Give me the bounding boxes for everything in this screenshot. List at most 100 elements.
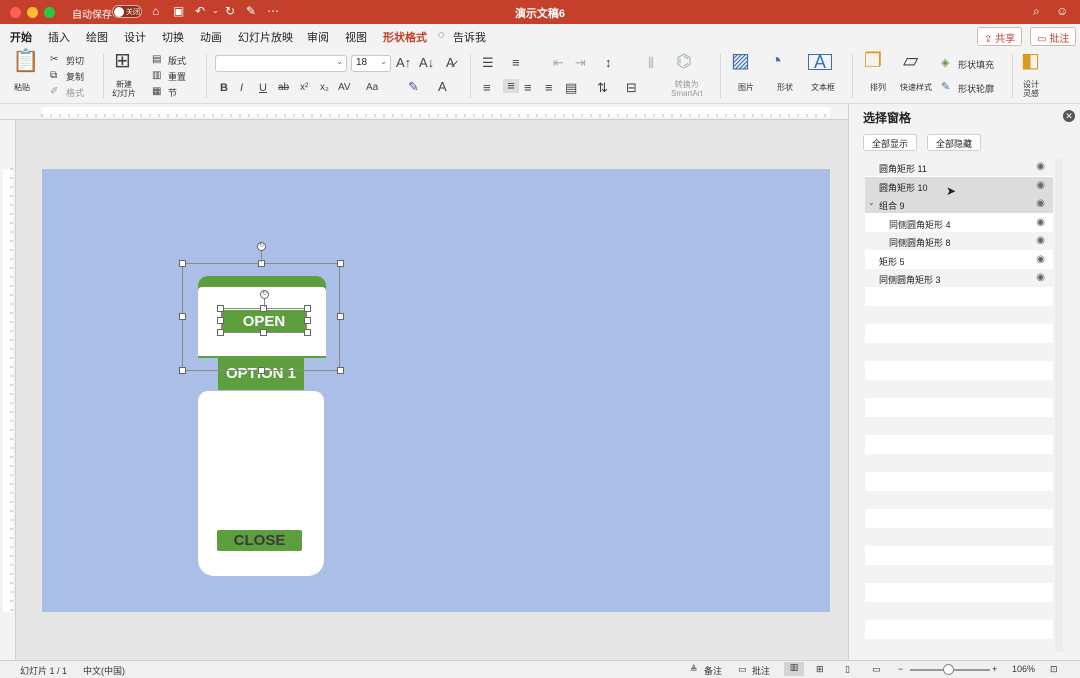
format-painter-icon[interactable]: ✐ <box>50 85 58 99</box>
bold-icon[interactable]: B <box>220 81 228 95</box>
italic-icon[interactable]: I <box>240 81 243 95</box>
selection-list-item[interactable]: 圆角矩形 11 ◉ <box>865 158 1053 176</box>
notes-button[interactable]: 备注 <box>704 664 722 677</box>
tab-transitions[interactable]: 切换 <box>162 29 184 45</box>
picture-icon[interactable]: ▨ <box>731 51 750 71</box>
selection-list-item[interactable]: ⌄ 组合 9 ◉ <box>865 195 1053 213</box>
tab-draw[interactable]: 绘图 <box>86 29 108 45</box>
zoom-out-icon[interactable]: − <box>898 664 903 674</box>
close-icon[interactable]: ✕ <box>1063 110 1075 122</box>
layout-icon[interactable]: ▤ <box>152 53 161 67</box>
new-slide-label[interactable]: 新建 幻灯片 <box>112 80 136 98</box>
resize-handle[interactable] <box>179 367 186 374</box>
new-slide-icon[interactable]: ⊞ <box>114 51 131 71</box>
tab-tell-me[interactable]: 告诉我 <box>453 29 486 45</box>
tab-insert[interactable]: 插入 <box>48 29 70 45</box>
tab-animations[interactable]: 动画 <box>200 29 222 45</box>
font-color-icon[interactable]: A <box>438 80 447 94</box>
align-right-icon[interactable]: ≡ <box>524 81 532 95</box>
comment-button[interactable]: ▭ 批注 <box>1030 27 1077 46</box>
visibility-eye-icon[interactable]: ◉ <box>1036 272 1045 283</box>
shapes-icon[interactable]: ◔ <box>770 51 782 71</box>
text-direction-icon[interactable]: ⇅ <box>597 81 608 95</box>
tab-shape-format[interactable]: 形状格式 <box>383 29 427 45</box>
rotate-handle-icon[interactable]: ↻ <box>257 242 266 251</box>
resize-handle[interactable] <box>217 305 224 312</box>
normal-view-icon[interactable]: ▥ <box>784 662 804 676</box>
resize-handle[interactable] <box>304 305 311 312</box>
visibility-eye-icon[interactable]: ◉ <box>1036 217 1045 228</box>
shape-fill-icon[interactable]: ◈ <box>941 56 949 70</box>
decrease-indent-icon[interactable]: ⇤ <box>553 56 564 70</box>
tab-home[interactable]: 开始 <box>10 29 32 50</box>
selection-list-item[interactable]: 矩形 5 ◉ <box>865 251 1053 269</box>
paste-icon[interactable]: 📋 <box>12 50 39 72</box>
reading-view-icon[interactable]: ▯ <box>845 664 850 675</box>
numbering-icon[interactable]: ≡ <box>512 56 520 70</box>
rotate-handle-icon[interactable]: ↻ <box>260 290 269 299</box>
copy-icon[interactable]: ⧉ <box>50 69 57 83</box>
close-button[interactable]: CLOSE <box>217 530 302 551</box>
tab-view[interactable]: 视图 <box>345 29 367 45</box>
increase-indent-icon[interactable]: ⇥ <box>575 56 586 70</box>
decrease-font-icon[interactable]: A↓ <box>419 56 434 70</box>
notes-icon[interactable]: ≜ <box>690 664 698 675</box>
tab-slideshow[interactable]: 幻灯片放映 <box>238 29 293 45</box>
designer-label[interactable]: 设计 灵感 <box>1023 80 1039 98</box>
textbox-label[interactable]: 文本框 <box>811 82 835 93</box>
comments-button[interactable]: 批注 <box>752 664 770 677</box>
language[interactable]: 中文(中国) <box>83 664 125 677</box>
resize-handle[interactable] <box>179 313 186 320</box>
slideshow-icon[interactable]: ▭ <box>872 664 881 675</box>
resize-handle[interactable] <box>179 260 186 267</box>
selection-list-item[interactable]: 同侧圆角矩形 8 ◉ <box>865 232 1053 250</box>
quick-styles-icon[interactable]: ▱ <box>903 51 918 71</box>
comments-icon[interactable]: ▭ <box>738 664 747 675</box>
arrange-icon[interactable]: ❐ <box>864 51 882 71</box>
designer-icon[interactable]: ◧ <box>1021 51 1040 71</box>
share-button[interactable]: ⇪ 共享 <box>977 27 1023 46</box>
show-all-button[interactable]: 全部显示 <box>863 134 918 151</box>
quick-styles-label[interactable]: 快速样式 <box>900 82 932 93</box>
resize-handle[interactable] <box>258 367 265 374</box>
strikethrough-icon[interactable]: ab <box>278 81 289 95</box>
zoom-slider-thumb[interactable] <box>943 664 954 675</box>
underline-icon[interactable]: U <box>259 81 267 95</box>
reset-label[interactable]: 重置 <box>168 70 186 83</box>
cut-icon[interactable]: ✂ <box>50 53 58 67</box>
tab-review[interactable]: 审阅 <box>307 29 329 45</box>
visibility-eye-icon[interactable]: ◉ <box>1036 235 1045 246</box>
shape-outline-label[interactable]: 形状轮廓 <box>958 82 994 95</box>
search-icon[interactable]: ⌕ <box>1033 4 1040 18</box>
resize-handle[interactable] <box>217 317 224 324</box>
visibility-eye-icon[interactable]: ◉ <box>1036 198 1045 209</box>
resize-handle[interactable] <box>337 313 344 320</box>
layout-label[interactable]: 版式 <box>168 54 186 67</box>
hide-all-button[interactable]: 全部隐藏 <box>927 134 982 151</box>
line-spacing-icon[interactable]: ↕ <box>605 56 612 70</box>
distributed-icon[interactable]: ▤ <box>565 81 577 95</box>
resize-handle[interactable] <box>260 329 267 336</box>
scrollbar[interactable] <box>1055 158 1063 652</box>
highlight-icon[interactable]: ✎ <box>408 80 419 94</box>
character-spacing-icon[interactable]: AV <box>338 81 351 95</box>
selection-list-item[interactable]: 同侧圆角矩形 4 ◉ <box>865 214 1053 232</box>
resize-handle[interactable] <box>337 367 344 374</box>
columns-icon[interactable]: ⫼ <box>648 56 654 70</box>
shape-label[interactable]: 形状 <box>777 82 793 93</box>
align-center-icon[interactable]: ≡ <box>503 79 519 93</box>
smartart-icon[interactable]: ⌬ <box>676 52 692 70</box>
font-name-combo[interactable]: ⌄ <box>215 55 347 72</box>
increase-font-icon[interactable]: A↑ <box>396 56 411 70</box>
format-painter-label[interactable]: 格式 <box>66 86 84 99</box>
reset-icon[interactable]: ▥ <box>152 69 161 83</box>
account-icon[interactable]: ☺ <box>1056 4 1068 18</box>
visibility-eye-icon[interactable]: ◉ <box>1036 180 1045 191</box>
bullets-icon[interactable]: ☰ <box>482 56 494 70</box>
align-left-icon[interactable]: ≡ <box>483 81 491 95</box>
shape-fill-label[interactable]: 形状填充 <box>958 58 994 71</box>
subscript-icon[interactable]: x₂ <box>320 81 329 95</box>
resize-handle[interactable] <box>304 329 311 336</box>
visibility-eye-icon[interactable]: ◉ <box>1036 161 1045 172</box>
slide-sorter-icon[interactable]: ⊞ <box>816 664 824 675</box>
